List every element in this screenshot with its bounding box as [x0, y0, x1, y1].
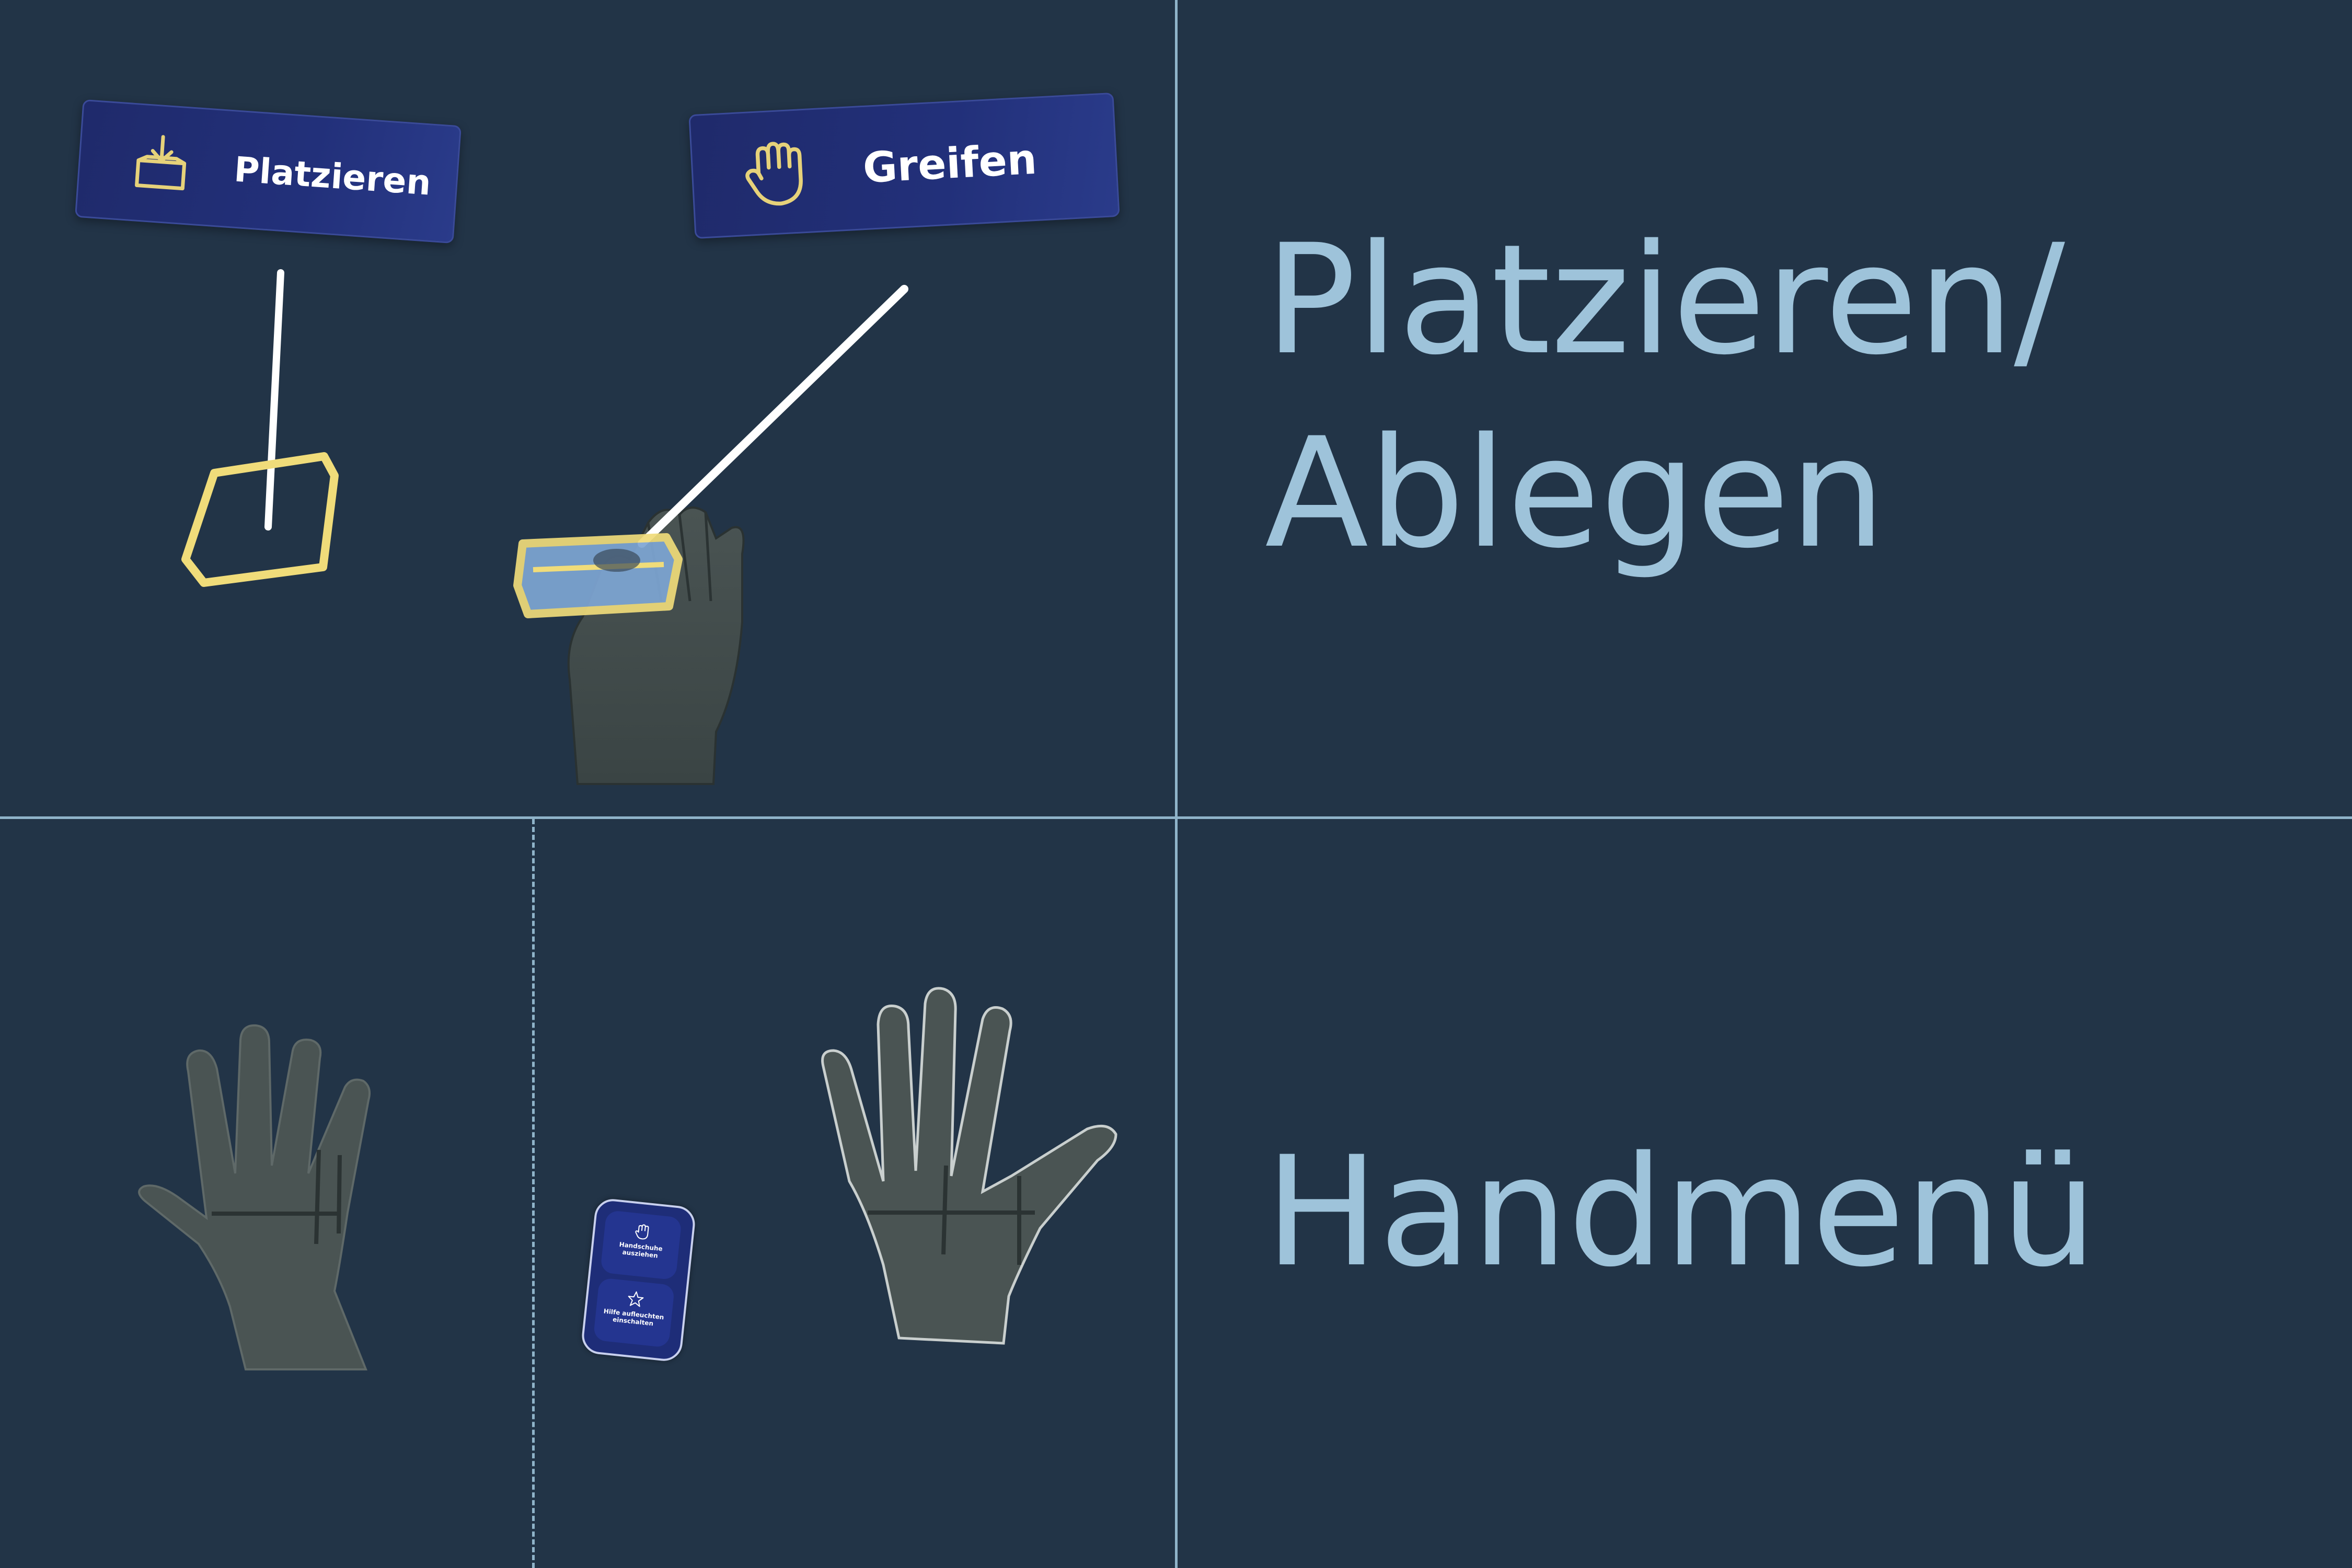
place-caption: Platzieren/ Ablegen: [1265, 204, 2065, 591]
hand-menu-item-gloves[interactable]: Handschuhe ausziehen: [600, 1209, 682, 1281]
grab-object-icon: [513, 533, 683, 618]
hand-grab-icon: [745, 142, 803, 206]
right-hand-palm-icon: [821, 987, 1117, 1345]
grab-button[interactable]: Greifen: [688, 92, 1120, 239]
figure-canvas: Platzieren Greifen Handschuhe ausziehen …: [0, 0, 2352, 1568]
place-button-label: Platzieren: [233, 149, 433, 203]
left-hand-back-icon: [138, 1024, 371, 1370]
hand-menu-panel: Handschuhe ausziehen Hilfe aufleuchten e…: [580, 1197, 697, 1363]
box-drop-icon: [135, 135, 187, 191]
place-target-outline: [181, 452, 339, 587]
star-icon: [628, 1291, 643, 1307]
place-caption-line1: Platzieren/: [1265, 212, 2065, 388]
grab-button-label: Greifen: [861, 134, 1038, 192]
place-caption-line2: Ablegen: [1265, 406, 1886, 582]
hand-menu-item-help[interactable]: Hilfe aufleuchten einschalten: [593, 1277, 675, 1348]
place-pointer-ray: [264, 269, 284, 531]
glove-icon: [635, 1224, 649, 1240]
grab-pointer-ray: [638, 285, 908, 548]
hand-menu-caption: Handmenü: [1265, 1124, 2097, 1300]
